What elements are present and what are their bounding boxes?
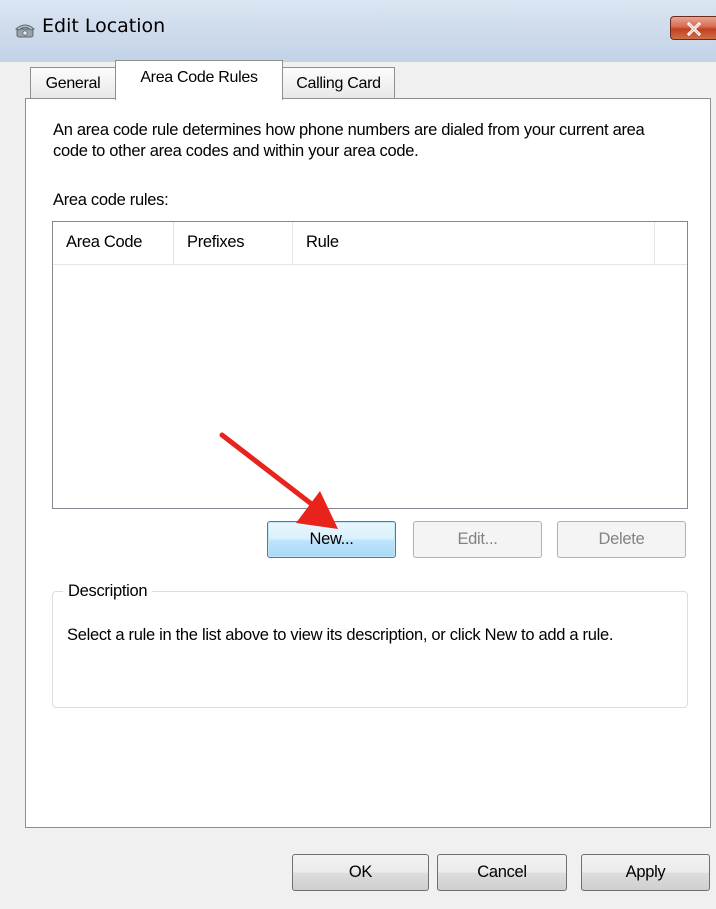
edit-location-dialog: Edit Location General Area Code Rules Ca… bbox=[0, 0, 716, 909]
description-text: Select a rule in the list above to view … bbox=[67, 626, 614, 644]
column-prefixes[interactable]: Prefixes bbox=[174, 222, 293, 264]
column-rule[interactable]: Rule bbox=[293, 222, 655, 264]
ok-button[interactable]: OK bbox=[292, 854, 429, 891]
delete-button[interactable]: Delete bbox=[557, 521, 686, 558]
tab-area-code-rules[interactable]: Area Code Rules bbox=[115, 60, 283, 100]
telephone-location-icon bbox=[14, 20, 36, 40]
area-code-rules-label: Area code rules: bbox=[53, 191, 169, 209]
description-group bbox=[52, 591, 688, 708]
area-code-rules-list[interactable]: Area Code Prefixes Rule bbox=[52, 221, 688, 509]
description-title: Description bbox=[63, 582, 153, 601]
column-area-code[interactable]: Area Code bbox=[53, 222, 174, 264]
title-bar[interactable]: Edit Location bbox=[0, 0, 716, 62]
cancel-button[interactable]: Cancel bbox=[437, 854, 567, 891]
intro-text: An area code rule determines how phone n… bbox=[53, 121, 645, 160]
apply-button[interactable]: Apply bbox=[581, 854, 710, 891]
close-button[interactable] bbox=[670, 16, 716, 40]
tab-general[interactable]: General bbox=[30, 67, 116, 98]
list-header: Area Code Prefixes Rule bbox=[53, 222, 687, 265]
edit-button[interactable]: Edit... bbox=[413, 521, 542, 558]
new-button[interactable]: New... bbox=[267, 521, 396, 558]
window-title: Edit Location bbox=[42, 15, 166, 37]
tab-calling-card[interactable]: Calling Card bbox=[282, 67, 395, 98]
